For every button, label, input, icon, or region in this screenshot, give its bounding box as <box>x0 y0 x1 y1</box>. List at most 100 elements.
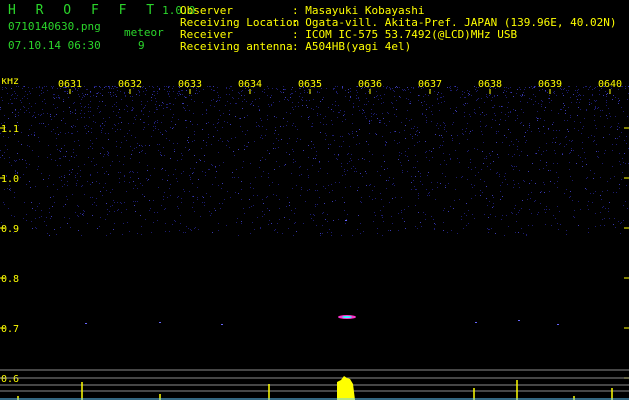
noise-dot <box>570 176 571 177</box>
noise-dot <box>3 136 4 137</box>
noise-dot <box>64 91 65 92</box>
noise-dot <box>149 200 150 201</box>
noise-dot <box>365 171 366 172</box>
noise-dot <box>102 89 103 90</box>
noise-dot <box>2 100 3 101</box>
noise-dot <box>276 88 277 89</box>
noise-dot <box>612 166 613 167</box>
noise-dot <box>591 103 592 104</box>
noise-dot <box>554 93 555 94</box>
noise-dot <box>86 89 87 90</box>
noise-dot <box>101 132 102 133</box>
noise-dot <box>158 129 159 130</box>
noise-dot <box>187 140 188 141</box>
noise-dot <box>284 217 285 218</box>
noise-dot <box>356 98 357 99</box>
noise-dot <box>595 191 596 192</box>
noise-dot <box>64 175 65 176</box>
noise-dot <box>293 151 294 152</box>
noise-dot <box>121 212 122 213</box>
noise-dot <box>1 97 2 98</box>
noise-dot <box>226 87 227 88</box>
noise-dot <box>204 155 205 156</box>
noise-dot <box>158 187 159 188</box>
noise-dot <box>399 142 400 143</box>
noise-dot <box>186 90 187 91</box>
noise-dot <box>102 128 103 129</box>
noise-dot <box>17 153 18 154</box>
noise-dot <box>496 133 497 134</box>
noise-dot <box>437 98 438 99</box>
noise-dot <box>382 217 383 218</box>
noise-dot <box>21 144 22 145</box>
noise-dot <box>104 125 105 126</box>
noise-dot <box>14 192 15 193</box>
noise-dot <box>557 187 558 188</box>
noise-dot <box>157 93 158 94</box>
noise-dot <box>475 195 476 196</box>
noise-dot <box>456 111 457 112</box>
noise-dot <box>419 141 420 142</box>
noise-dot <box>484 158 485 159</box>
noise-dot <box>206 113 207 114</box>
noise-dot <box>169 103 170 104</box>
noise-dot <box>425 214 426 215</box>
noise-dot <box>114 202 115 203</box>
noise-dot <box>450 88 451 89</box>
noise-dot <box>605 150 606 151</box>
noise-dot <box>120 172 121 173</box>
noise-dot <box>183 189 184 190</box>
noise-dot <box>539 169 540 170</box>
noise-dot <box>497 95 498 96</box>
noise-dot <box>107 154 108 155</box>
noise-dot <box>284 99 285 100</box>
noise-dot <box>551 110 552 111</box>
noise-dot <box>113 229 114 230</box>
noise-dot <box>374 97 375 98</box>
noise-dot <box>130 177 131 178</box>
noise-dot <box>318 107 319 108</box>
noise-dot <box>396 86 397 87</box>
noise-dot <box>230 103 231 104</box>
noise-dot <box>12 103 13 104</box>
noise-dot <box>48 124 49 125</box>
noise-dot <box>32 228 33 229</box>
noise-dot <box>372 199 373 200</box>
noise-dot <box>566 234 567 235</box>
noise-dot <box>312 126 313 127</box>
noise-dot <box>312 165 313 166</box>
noise-dot <box>425 141 426 142</box>
noise-dot <box>614 218 615 219</box>
noise-dot <box>479 107 480 108</box>
noise-dot <box>162 168 163 169</box>
noise-dot <box>607 118 608 119</box>
noise-dot <box>567 120 568 121</box>
noise-dot <box>290 97 291 98</box>
noise-dot <box>96 138 97 139</box>
noise-dot <box>508 112 509 113</box>
noise-dot <box>217 92 218 93</box>
noise-dot <box>80 113 81 114</box>
noise-dot <box>411 176 412 177</box>
noise-dot <box>466 225 467 226</box>
noise-dot <box>56 97 57 98</box>
noise-dot <box>160 154 161 155</box>
noise-dot <box>361 197 362 198</box>
noise-dot <box>366 118 367 119</box>
noise-dot <box>495 115 496 116</box>
noise-dot <box>413 88 414 89</box>
noise-dot <box>124 156 125 157</box>
app-logo: H R O F F T 1.0.0 <box>8 3 195 18</box>
noise-dot <box>238 92 239 93</box>
noise-dot <box>371 116 372 117</box>
noise-dot <box>124 181 125 182</box>
noise-dot <box>576 96 577 97</box>
noise-dot <box>61 120 62 121</box>
noise-dot <box>574 128 575 129</box>
noise-dot <box>77 180 78 181</box>
noise-dot <box>317 115 318 116</box>
noise-dot <box>50 116 51 117</box>
noise-dot <box>537 120 538 121</box>
noise-dot <box>51 159 52 160</box>
noise-dot <box>161 205 162 206</box>
